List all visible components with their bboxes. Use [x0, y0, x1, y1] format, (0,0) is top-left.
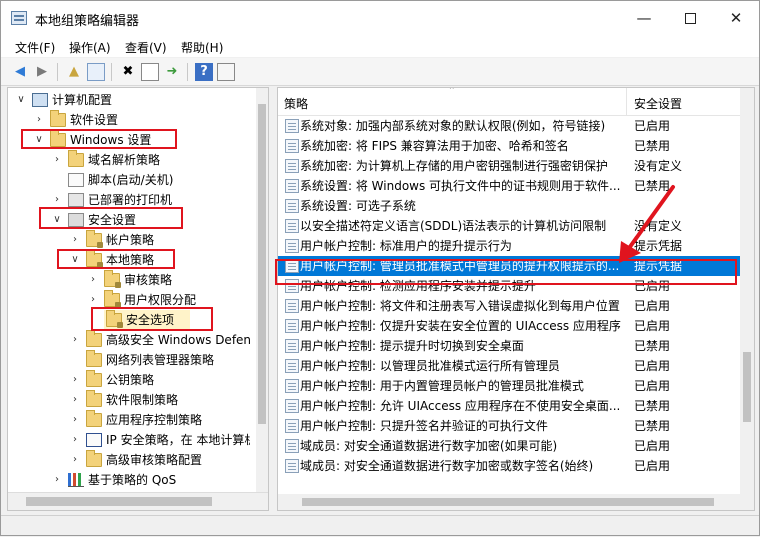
- group-policy-editor-window: 本地组策略编辑器 — ✕ 文件(F) 操作(A) 查看(V) 帮助(H) ◀ ▶…: [0, 0, 760, 536]
- annotation-arrow: [619, 185, 675, 263]
